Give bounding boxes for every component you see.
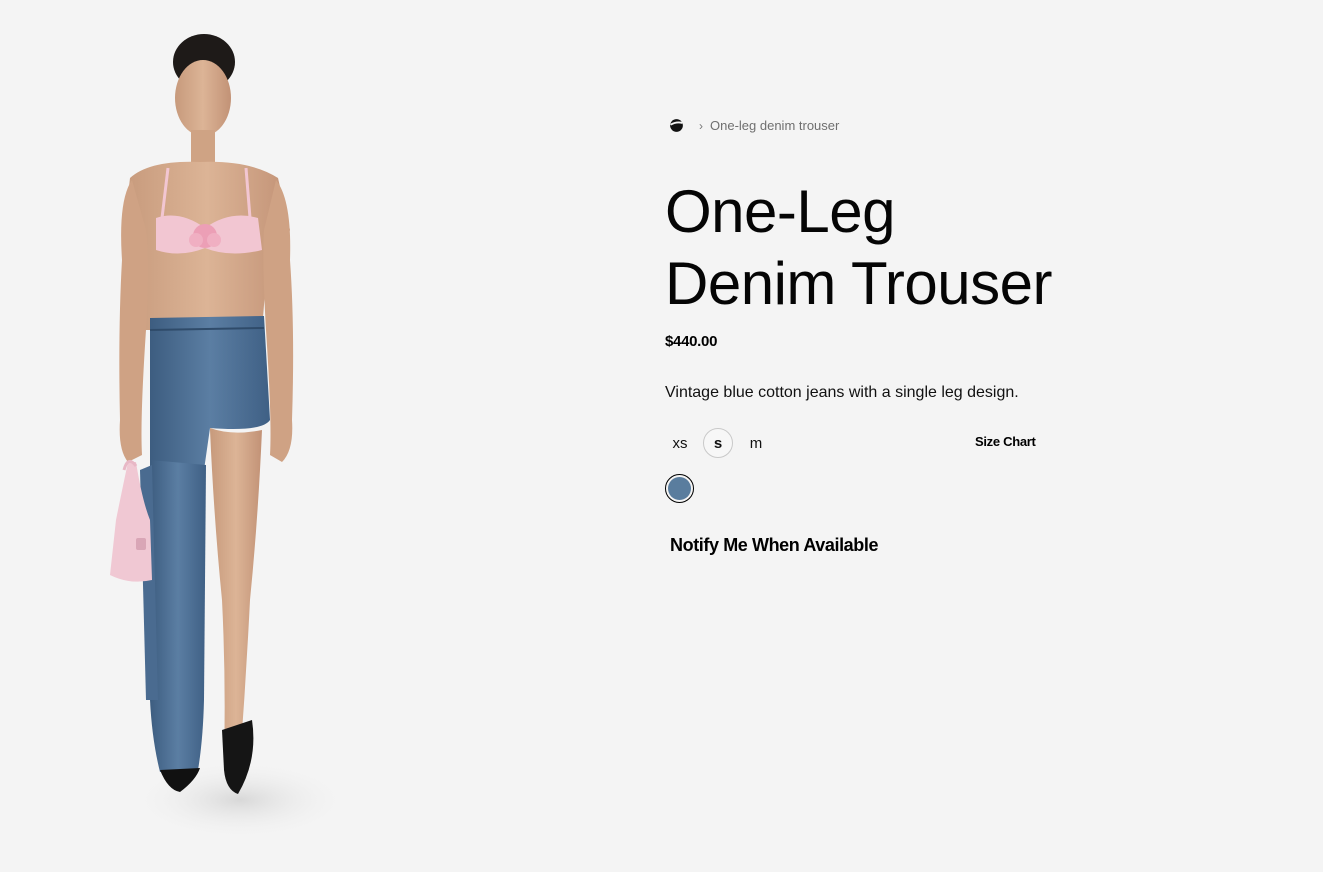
size-option-s[interactable]: s <box>703 428 733 458</box>
product-title-line-1: One-Leg <box>665 178 895 245</box>
size-chart-link[interactable]: Size Chart <box>975 434 1036 449</box>
brand-logo-icon[interactable] <box>668 117 685 134</box>
breadcrumb-current: One-leg denim trouser <box>710 118 840 133</box>
breadcrumb: › One-leg denim trouser <box>665 117 839 134</box>
product-price: $440.00 <box>665 333 718 350</box>
product-title: One-Leg Denim Trouser <box>665 176 1052 320</box>
size-option-m[interactable]: m <box>741 428 771 458</box>
product-image <box>0 0 560 872</box>
product-page: › One-leg denim trouser One-Leg Denim Tr… <box>0 0 1323 872</box>
chevron-right-icon: › <box>699 118 703 133</box>
size-option-xs[interactable]: xs <box>665 428 695 458</box>
size-selector: xs s m <box>665 428 779 458</box>
notify-me-button[interactable]: Notify Me When Available <box>670 535 879 556</box>
color-swatch[interactable] <box>665 474 694 503</box>
product-description: Vintage blue cotton jeans with a single … <box>665 384 1019 401</box>
product-title-line-2: Denim Trouser <box>665 250 1052 317</box>
color-swatch-fill <box>668 477 691 500</box>
